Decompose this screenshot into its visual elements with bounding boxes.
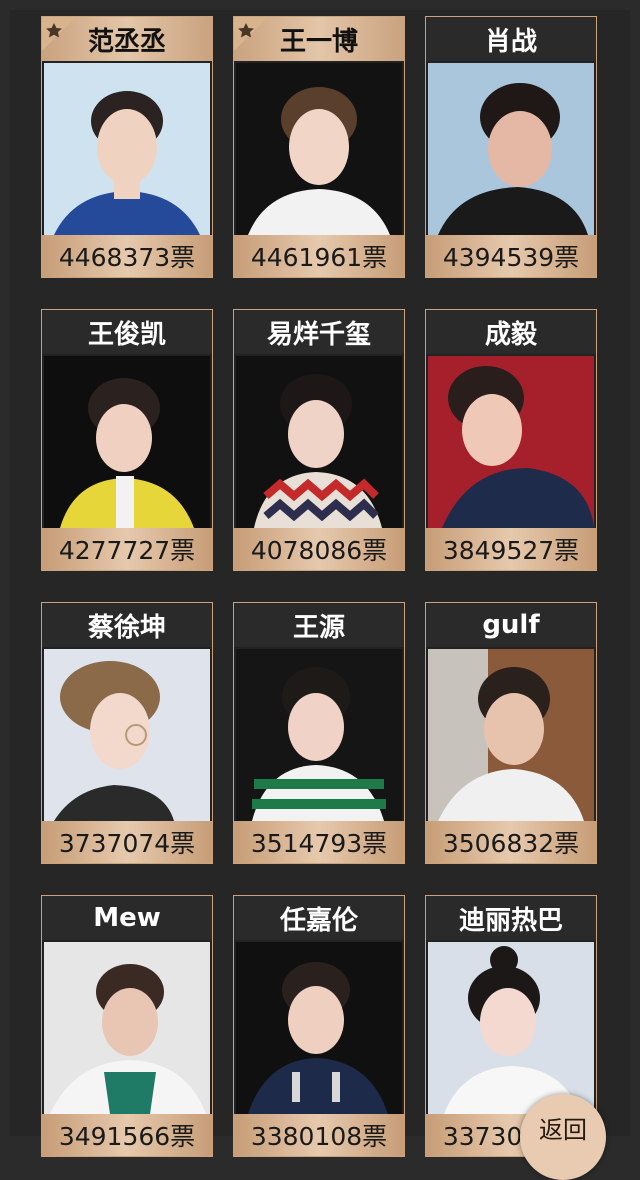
artist-photo xyxy=(236,63,402,235)
artist-photo xyxy=(428,649,594,821)
ranking-card[interactable]: 王源 3514793票 xyxy=(233,602,405,864)
page-frame: 范丞丞 4468373票 王一博 4461961票 肖战 4394539票 王俊… xyxy=(0,0,640,1180)
vote-count: 4394539票 xyxy=(426,235,596,277)
vote-count: 3514793票 xyxy=(234,821,404,863)
vote-count: 3506832票 xyxy=(426,821,596,863)
ranking-card[interactable]: gulf 3506832票 xyxy=(425,602,597,864)
star-badge-icon xyxy=(42,17,76,51)
vote-count: 4277727票 xyxy=(42,528,212,570)
vote-count: 3849527票 xyxy=(426,528,596,570)
artist-name: Mew xyxy=(42,896,212,940)
artist-photo xyxy=(236,356,402,528)
artist-photo xyxy=(428,63,594,235)
artist-photo xyxy=(428,942,594,1114)
return-label: 返回 xyxy=(539,1116,587,1144)
artist-name: 蔡徐坤 xyxy=(42,603,212,647)
vote-count: 4078086票 xyxy=(234,528,404,570)
ranking-grid: 范丞丞 4468373票 王一博 4461961票 肖战 4394539票 王俊… xyxy=(10,10,630,1157)
artist-name: 王俊凯 xyxy=(42,310,212,354)
vote-count: 3380108票 xyxy=(234,1114,404,1156)
vote-count: 4461961票 xyxy=(234,235,404,277)
artist-name: 易烊千玺 xyxy=(234,310,404,354)
artist-photo xyxy=(44,63,210,235)
ranking-card[interactable]: 范丞丞 4468373票 xyxy=(41,16,213,278)
return-button[interactable]: 返回 xyxy=(520,1094,606,1180)
artist-name: 肖战 xyxy=(426,17,596,61)
artist-name: gulf xyxy=(426,603,596,647)
ranking-card[interactable]: 蔡徐坤 3737074票 xyxy=(41,602,213,864)
star-badge-icon xyxy=(234,17,268,51)
artist-name: 王源 xyxy=(234,603,404,647)
artist-photo xyxy=(428,356,594,528)
artist-photo xyxy=(44,356,210,528)
artist-photo xyxy=(236,942,402,1114)
ranking-card[interactable]: 易烊千玺 4078086票 xyxy=(233,309,405,571)
artist-name: 成毅 xyxy=(426,310,596,354)
vote-count: 3491566票 xyxy=(42,1114,212,1156)
artist-name: 迪丽热巴 xyxy=(426,896,596,940)
ranking-card[interactable]: 任嘉伦 3380108票 xyxy=(233,895,405,1157)
vote-count: 3737074票 xyxy=(42,821,212,863)
ranking-card[interactable]: 成毅 3849527票 xyxy=(425,309,597,571)
artist-photo xyxy=(44,942,210,1114)
artist-photo xyxy=(236,649,402,821)
ranking-card[interactable]: 王俊凯 4277727票 xyxy=(41,309,213,571)
vote-count: 4468373票 xyxy=(42,235,212,277)
artist-name: 任嘉伦 xyxy=(234,896,404,940)
ranking-card[interactable]: 肖战 4394539票 xyxy=(425,16,597,278)
artist-photo xyxy=(44,649,210,821)
ranking-card[interactable]: 王一博 4461961票 xyxy=(233,16,405,278)
ranking-card[interactable]: Mew 3491566票 xyxy=(41,895,213,1157)
